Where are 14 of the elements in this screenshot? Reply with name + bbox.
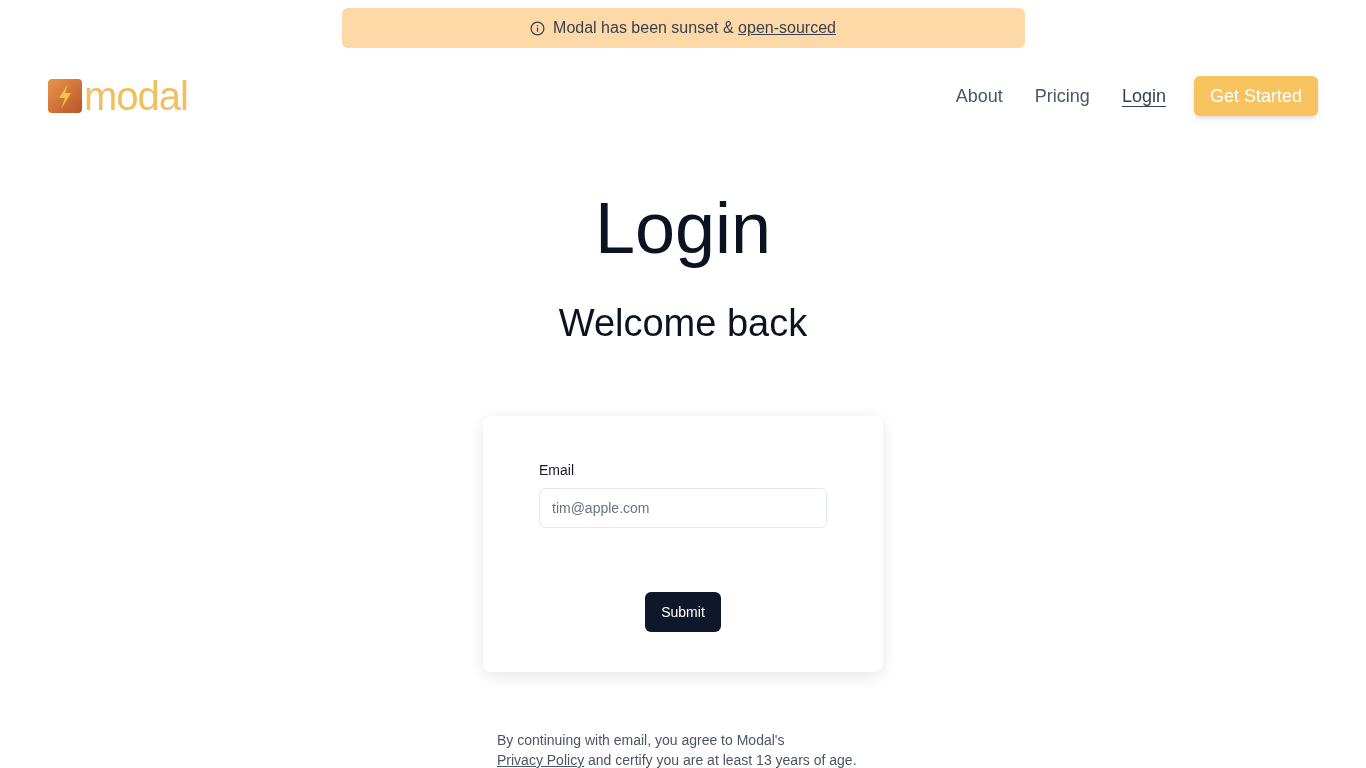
info-icon: [530, 20, 546, 36]
logo-text: modal: [84, 76, 188, 116]
logo-icon: [48, 79, 82, 113]
banner-text: Modal has been sunset & open-sourced: [553, 18, 836, 38]
nav-link[interactable]: Pricing: [1034, 82, 1090, 110]
nav-link[interactable]: About: [955, 82, 1003, 110]
nav-link[interactable]: Login: [1121, 82, 1166, 110]
open-sourced-link[interactable]: open-sourced: [738, 19, 836, 36]
email-label: Email: [539, 461, 575, 480]
legal-text: By continuing with email, you agree to Modal's Privacy Policy and certify you are at least 13 years of age.: [497, 731, 858, 768]
email-field[interactable]: tim@apple.com: [539, 488, 827, 528]
page-subtitle: Welcome back: [558, 304, 808, 342]
submit-button[interactable]: Submit: [645, 592, 721, 632]
privacy-policy-link[interactable]: Privacy Policy: [497, 752, 585, 768]
